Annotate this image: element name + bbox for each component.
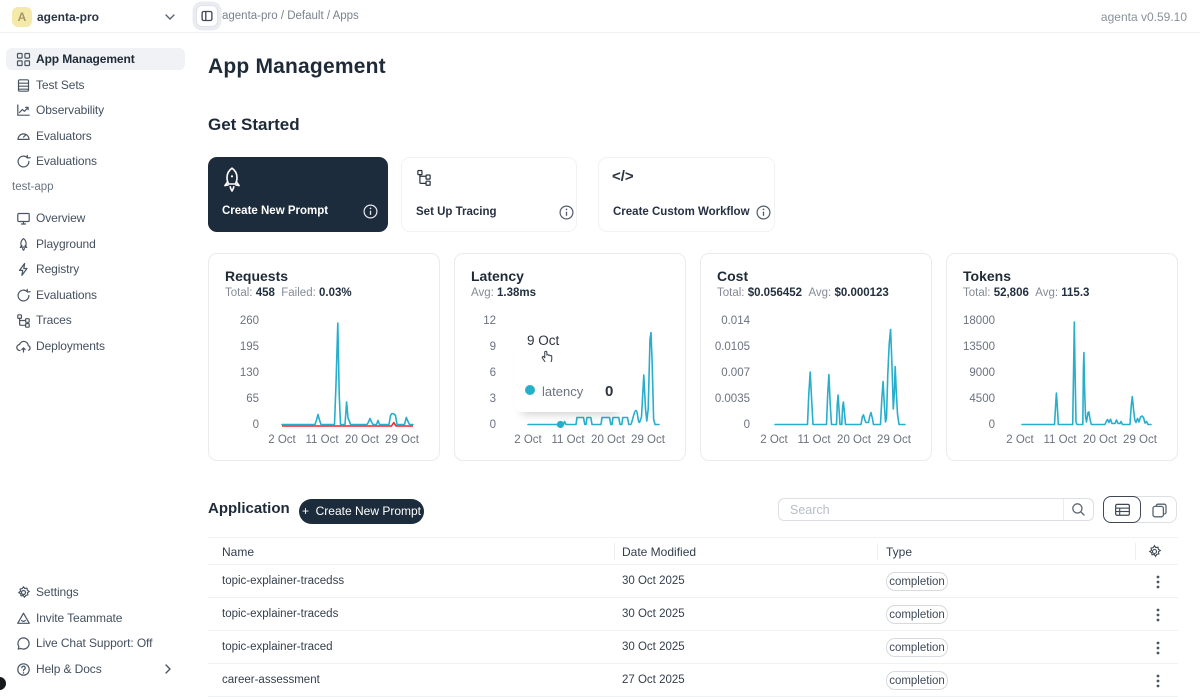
svg-text:6: 6	[490, 367, 496, 379]
svg-text:11 Oct: 11 Oct	[797, 434, 831, 446]
svg-text:2 Oct: 2 Oct	[760, 434, 788, 446]
svg-text:0.0105: 0.0105	[715, 341, 750, 353]
svg-text:0: 0	[744, 419, 750, 431]
svg-text:20 Oct: 20 Oct	[1083, 434, 1118, 446]
svg-text:20 Oct: 20 Oct	[591, 434, 626, 446]
svg-text:0: 0	[490, 419, 496, 431]
svg-text:20 Oct: 20 Oct	[345, 434, 380, 446]
svg-text:4500: 4500	[969, 393, 995, 405]
svg-text:11 Oct: 11 Oct	[305, 434, 339, 446]
svg-text:29 Oct: 29 Oct	[877, 434, 912, 446]
svg-text:0.007: 0.007	[721, 367, 750, 379]
svg-text:29 Oct: 29 Oct	[631, 434, 666, 446]
svg-text:0: 0	[253, 419, 259, 431]
svg-text:13500: 13500	[963, 341, 995, 353]
svg-text:0.0035: 0.0035	[715, 393, 750, 405]
svg-text:12: 12	[483, 315, 496, 327]
svg-text:9000: 9000	[969, 367, 995, 379]
svg-text:29 Oct: 29 Oct	[385, 434, 420, 446]
svg-text:260: 260	[240, 315, 259, 327]
svg-text:3: 3	[490, 393, 496, 405]
svg-text:18000: 18000	[963, 315, 995, 327]
svg-text:2 Oct: 2 Oct	[268, 434, 296, 446]
svg-text:65: 65	[246, 393, 259, 405]
svg-text:29 Oct: 29 Oct	[1123, 434, 1158, 446]
svg-text:0: 0	[989, 419, 995, 431]
svg-text:11 Oct: 11 Oct	[1043, 434, 1077, 446]
svg-text:2 Oct: 2 Oct	[1006, 434, 1034, 446]
svg-text:11 Oct: 11 Oct	[551, 434, 585, 446]
svg-text:9: 9	[490, 341, 496, 353]
svg-text:20 Oct: 20 Oct	[837, 434, 872, 446]
svg-text:2 Oct: 2 Oct	[514, 434, 542, 446]
svg-text:130: 130	[240, 367, 259, 379]
svg-text:0.014: 0.014	[721, 315, 750, 327]
svg-text:195: 195	[240, 341, 259, 353]
